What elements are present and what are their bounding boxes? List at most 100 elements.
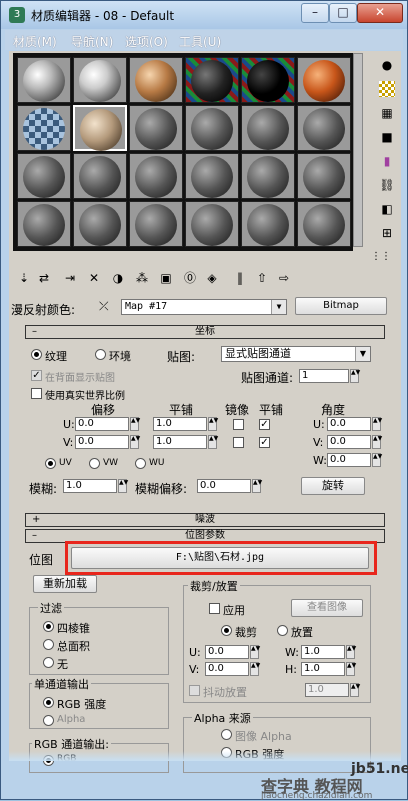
maximize-button[interactable]: □ <box>329 3 357 23</box>
mono-rgb-intensity-radio[interactable] <box>43 697 54 708</box>
map-type-button[interactable]: Bitmap <box>295 297 387 315</box>
chevron-down-icon[interactable]: ▼ <box>271 300 286 314</box>
v-angle-input[interactable]: 0.0 <box>327 435 371 449</box>
go-forward-to-sibling-icon[interactable]: ⇨ <box>275 269 293 287</box>
sample-slot[interactable] <box>297 201 351 247</box>
show-map-in-viewport-icon[interactable]: ◈ <box>203 269 221 287</box>
show-end-result-icon[interactable]: ‖ <box>231 269 249 287</box>
v-tiling-input[interactable]: 1.0 <box>153 435 207 449</box>
sample-slot[interactable] <box>73 57 127 103</box>
sample-slot[interactable] <box>241 201 295 247</box>
pick-material-icon[interactable]: ⤫ <box>99 299 109 314</box>
map-channel-spinner[interactable]: ▲▼ <box>350 369 360 383</box>
crop-radio[interactable] <box>221 625 232 636</box>
video-color-check-icon[interactable]: ▮ <box>379 153 395 169</box>
menu-utilities[interactable]: 工具(U) <box>179 33 221 50</box>
blur-offset-input[interactable]: 0.0 <box>197 479 251 493</box>
filter-none-radio[interactable] <box>43 657 54 668</box>
real-world-checkbox[interactable] <box>31 388 42 399</box>
v-mirror-checkbox[interactable] <box>233 437 244 448</box>
sample-slot[interactable] <box>73 153 127 199</box>
w-angle-spinner[interactable]: ▲▼ <box>372 453 382 467</box>
u-angle-input[interactable]: 0.0 <box>327 417 371 431</box>
apply-checkbox[interactable] <box>209 603 220 614</box>
crop-u-input[interactable]: 0.0 <box>205 645 249 659</box>
crop-v-input[interactable]: 0.0 <box>205 662 249 676</box>
select-by-material-icon[interactable]: ⊞ <box>379 225 395 241</box>
crop-u-spinner[interactable]: ▲▼ <box>250 645 260 659</box>
u-tile-checkbox[interactable]: ✓ <box>259 419 270 430</box>
mono-alpha-radio[interactable] <box>43 715 54 726</box>
u-tiling-input[interactable]: 1.0 <box>153 417 207 431</box>
rotate-button[interactable]: 旋转 <box>301 477 365 495</box>
make-unique-icon[interactable]: ⁂ <box>133 269 151 287</box>
map-channel-input[interactable]: 1 <box>299 369 349 383</box>
u-mirror-checkbox[interactable] <box>233 419 244 430</box>
put-to-scene-icon[interactable]: ⇄ <box>35 269 53 287</box>
image-alpha-radio[interactable] <box>221 729 232 740</box>
backlight-icon[interactable] <box>379 81 395 97</box>
v-angle-spinner[interactable]: ▲▼ <box>372 435 382 449</box>
blur-input[interactable]: 1.0 <box>63 479 117 493</box>
uv-radio[interactable] <box>45 458 56 469</box>
crop-h-spinner[interactable]: ▲▼ <box>346 662 356 676</box>
v-offset-spinner[interactable]: ▲▼ <box>130 435 140 449</box>
v-tiling-spinner[interactable]: ▲▼ <box>208 435 218 449</box>
sample-slot[interactable] <box>129 105 183 151</box>
pyramidal-radio[interactable] <box>43 621 54 632</box>
sample-slot[interactable] <box>241 57 295 103</box>
crop-w-spinner[interactable]: ▲▼ <box>346 645 356 659</box>
blur-spinner[interactable]: ▲▼ <box>118 479 128 493</box>
sample-slot-selected[interactable] <box>73 105 127 151</box>
wu-radio[interactable] <box>135 458 146 469</box>
material-effects-channel-icon[interactable]: ⓪ <box>181 269 199 287</box>
make-preview-icon[interactable]: ⛓ <box>379 177 395 193</box>
jitter-spinner[interactable]: ▲▼ <box>350 683 360 697</box>
close-button[interactable]: ✕ <box>357 3 403 23</box>
sample-slot[interactable] <box>297 57 351 103</box>
sample-slot[interactable] <box>185 201 239 247</box>
u-offset-spinner[interactable]: ▲▼ <box>130 417 140 431</box>
sample-slot[interactable] <box>297 105 351 151</box>
sample-slot[interactable] <box>73 201 127 247</box>
environment-radio[interactable] <box>95 349 106 360</box>
sample-slot[interactable] <box>185 57 239 103</box>
sample-type-icon[interactable]: ● <box>379 57 395 73</box>
assign-material-icon[interactable]: ⇥ <box>61 269 79 287</box>
rollout-coordinates[interactable]: – 坐标 <box>25 325 385 339</box>
sample-slot[interactable] <box>129 153 183 199</box>
sample-slot[interactable] <box>17 105 71 151</box>
title-bar[interactable]: 3 材质编辑器 - 08 - Default – □ ✕ <box>1 1 407 29</box>
go-to-parent-icon[interactable]: ⇧ <box>253 269 271 287</box>
crop-v-spinner[interactable]: ▲▼ <box>250 662 260 676</box>
w-angle-input[interactable]: 0.0 <box>327 453 371 467</box>
v-tile-checkbox[interactable]: ✓ <box>259 437 270 448</box>
sample-slot[interactable] <box>17 201 71 247</box>
background-icon[interactable]: ▦ <box>379 105 395 121</box>
jitter-input[interactable]: 1.0 <box>305 683 349 697</box>
blur-offset-spinner[interactable]: ▲▼ <box>252 479 262 493</box>
sample-slot[interactable] <box>129 57 183 103</box>
u-tiling-spinner[interactable]: ▲▼ <box>208 417 218 431</box>
sample-slot[interactable] <box>17 153 71 199</box>
material-map-navigator-icon[interactable]: ⋮⋮ <box>371 249 395 263</box>
options-icon[interactable]: ◧ <box>379 201 395 217</box>
chevron-down-icon[interactable]: ▼ <box>355 347 370 361</box>
sample-uv-tiling-icon[interactable]: ■ <box>379 129 395 145</box>
texture-radio[interactable] <box>31 349 42 360</box>
sample-slot[interactable] <box>185 153 239 199</box>
menu-material[interactable]: 材质(M) <box>13 33 57 50</box>
jitter-checkbox[interactable] <box>189 685 200 696</box>
place-radio[interactable] <box>277 625 288 636</box>
menu-options[interactable]: 选项(O) <box>125 33 168 50</box>
mapping-select[interactable]: 显式贴图通道 ▼ <box>221 346 371 362</box>
map-name-field[interactable]: Map #17 ▼ <box>121 299 287 315</box>
put-to-library-icon[interactable]: ▣ <box>157 269 175 287</box>
copy-material-icon[interactable]: ◑ <box>109 269 127 287</box>
summed-area-radio[interactable] <box>43 639 54 650</box>
sample-scrollbar[interactable] <box>353 53 363 247</box>
crop-w-input[interactable]: 1.0 <box>301 645 345 659</box>
view-image-button[interactable]: 查看图像 <box>291 599 363 617</box>
sample-slot[interactable] <box>17 57 71 103</box>
rollout-noise[interactable]: + 噪波 <box>25 513 385 527</box>
